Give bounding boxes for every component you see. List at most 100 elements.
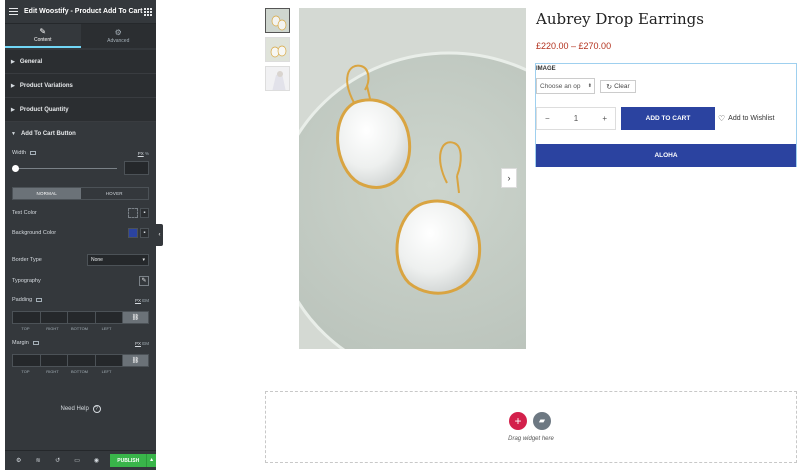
unit-em[interactable]: EM <box>142 298 149 303</box>
collapse-panel-icon[interactable]: ‹ <box>156 224 163 246</box>
product-price: £220.00 – £270.00 <box>536 41 612 51</box>
section-general[interactable]: ▶ General <box>5 50 156 74</box>
margin-bottom-input[interactable] <box>67 354 96 367</box>
unit-percent[interactable]: % <box>145 151 149 156</box>
decrease-quantity-button[interactable]: − <box>545 114 550 123</box>
border-type-control: Border Type None ▾ <box>12 254 149 266</box>
width-slider-track[interactable] <box>12 168 117 169</box>
link-values-icon[interactable]: ⛓ <box>122 354 149 367</box>
section-add-to-cart-button[interactable]: ▼ Add To Cart Button <box>5 122 156 146</box>
unit-em[interactable]: EM <box>142 341 149 346</box>
padding-label: Padding <box>12 297 33 303</box>
chevron-down-icon: ▾ <box>142 257 145 263</box>
desktop-icon[interactable] <box>36 297 43 302</box>
desktop-icon[interactable] <box>32 340 39 345</box>
desktop-icon[interactable] <box>30 150 37 155</box>
variation-image-label: IMAGE <box>536 66 556 72</box>
unit-px[interactable]: PX <box>135 341 141 346</box>
unit-px[interactable]: PX <box>135 298 141 303</box>
background-color-picker[interactable] <box>128 228 138 238</box>
settings-icon[interactable]: ⚙ <box>9 457 28 464</box>
margin-control: Margin PX EM <box>12 340 149 346</box>
section-product-quantity[interactable]: ▶ Product Quantity <box>5 98 156 122</box>
padding-right-input[interactable] <box>39 311 68 324</box>
increase-quantity-button[interactable]: + <box>602 114 607 123</box>
padding-left-label: LEFT <box>101 326 112 331</box>
padding-inputs: ⛓ <box>12 311 149 324</box>
edit-typography-icon[interactable]: ✎ <box>139 276 149 286</box>
margin-right-label: RIGHT <box>46 369 59 374</box>
padding-left-input[interactable] <box>94 311 123 324</box>
widgets-grid-icon[interactable] <box>144 7 152 16</box>
tab-advanced[interactable]: ⚙ Advanced <box>81 24 157 48</box>
padding-top-label: TOP <box>21 326 30 331</box>
widget-drop-area[interactable] <box>265 391 797 463</box>
publish-button[interactable]: PUBLISH <box>110 454 147 467</box>
history-icon[interactable]: ↺ <box>48 457 67 464</box>
product-title: Aubrey Drop Earrings <box>536 10 704 28</box>
text-color-label: Text Color <box>12 210 37 216</box>
quantity-stepper: − 1 + <box>536 107 616 130</box>
border-type-select[interactable]: None ▾ <box>87 254 149 266</box>
padding-bottom-input[interactable] <box>67 311 96 324</box>
margin-right-input[interactable] <box>39 354 68 367</box>
background-color-control: Background Color ▪ <box>12 228 149 238</box>
add-section-icon[interactable]: + <box>509 412 527 430</box>
thumbnail-2[interactable] <box>265 37 290 62</box>
trash-icon[interactable]: ▪ <box>140 228 149 238</box>
pencil-icon: ✎ <box>39 27 47 36</box>
tab-advanced-label: Advanced <box>107 38 130 44</box>
layers-icon[interactable]: ≋ <box>28 457 47 464</box>
margin-top-label: TOP <box>21 369 30 374</box>
thumbnail-3[interactable] <box>265 66 290 91</box>
section-product-variations[interactable]: ▶ Product Variations <box>5 74 156 98</box>
menu-icon[interactable] <box>9 8 18 15</box>
link-values-icon[interactable]: ⛓ <box>122 311 149 324</box>
aloha-button[interactable]: ALOHA <box>536 144 796 167</box>
text-color-picker[interactable] <box>128 208 138 218</box>
earrings-thumbnail-image <box>266 9 289 32</box>
background-color-label: Background Color <box>12 230 57 236</box>
next-image-arrow-icon[interactable]: › <box>501 168 517 188</box>
border-type-label: Border Type <box>12 257 42 263</box>
clear-variation-button[interactable]: ↻ Clear <box>600 80 636 93</box>
tab-content[interactable]: ✎ Content <box>5 24 81 48</box>
padding-top-input[interactable] <box>12 311 41 324</box>
need-help-label: Need Help <box>60 406 89 412</box>
width-control: Width PX % <box>12 150 149 180</box>
need-help-link[interactable]: Need Help ? <box>5 405 156 413</box>
publish-options-icon[interactable]: ▴ <box>146 454 156 467</box>
unit-px[interactable]: PX <box>138 151 144 156</box>
add-to-cart-button[interactable]: ADD TO CART <box>621 107 715 130</box>
responsive-icon[interactable]: ▭ <box>67 457 86 464</box>
variation-select-value: Choose an op <box>540 82 581 90</box>
width-input[interactable] <box>124 161 149 175</box>
padding-control: Padding PX EM <box>12 297 149 303</box>
trash-icon[interactable]: ▪ <box>140 208 149 218</box>
wishlist-label: Add to Wishlist <box>728 115 775 122</box>
reset-icon: ↻ <box>606 83 613 91</box>
width-slider-handle[interactable] <box>12 165 19 172</box>
preview-eye-icon[interactable]: ◉ <box>87 457 106 464</box>
margin-top-input[interactable] <box>12 354 41 367</box>
margin-left-input[interactable] <box>94 354 123 367</box>
section-general-label: General <box>19 58 43 65</box>
help-icon: ? <box>92 405 101 413</box>
heart-icon: ♡ <box>718 114 726 123</box>
text-color-control: Text Color ▪ <box>12 208 149 218</box>
variation-select[interactable]: Choose an op ⬍ <box>536 78 595 94</box>
editor-panel: Edit Woostify - Product Add To Cart ✎ Co… <box>5 0 156 470</box>
width-label: Width <box>12 150 27 156</box>
tab-normal[interactable]: NORMAL <box>13 188 81 199</box>
caret-right-icon: ▶ <box>11 82 15 89</box>
panel-tabs: ✎ Content ⚙ Advanced <box>5 24 156 48</box>
section-product-quantity-label: Product Quantity <box>19 106 69 113</box>
tab-content-label: Content <box>33 37 52 43</box>
quantity-input[interactable]: 1 <box>574 114 578 123</box>
template-library-icon[interactable]: ▰ <box>533 412 551 430</box>
typography-label: Typography <box>12 278 41 284</box>
add-to-wishlist-link[interactable]: ♡ Add to Wishlist <box>718 114 774 123</box>
thumbnail-1[interactable] <box>265 8 290 33</box>
product-main-image[interactable] <box>299 8 526 349</box>
tab-hover[interactable]: HOVER <box>81 188 149 199</box>
